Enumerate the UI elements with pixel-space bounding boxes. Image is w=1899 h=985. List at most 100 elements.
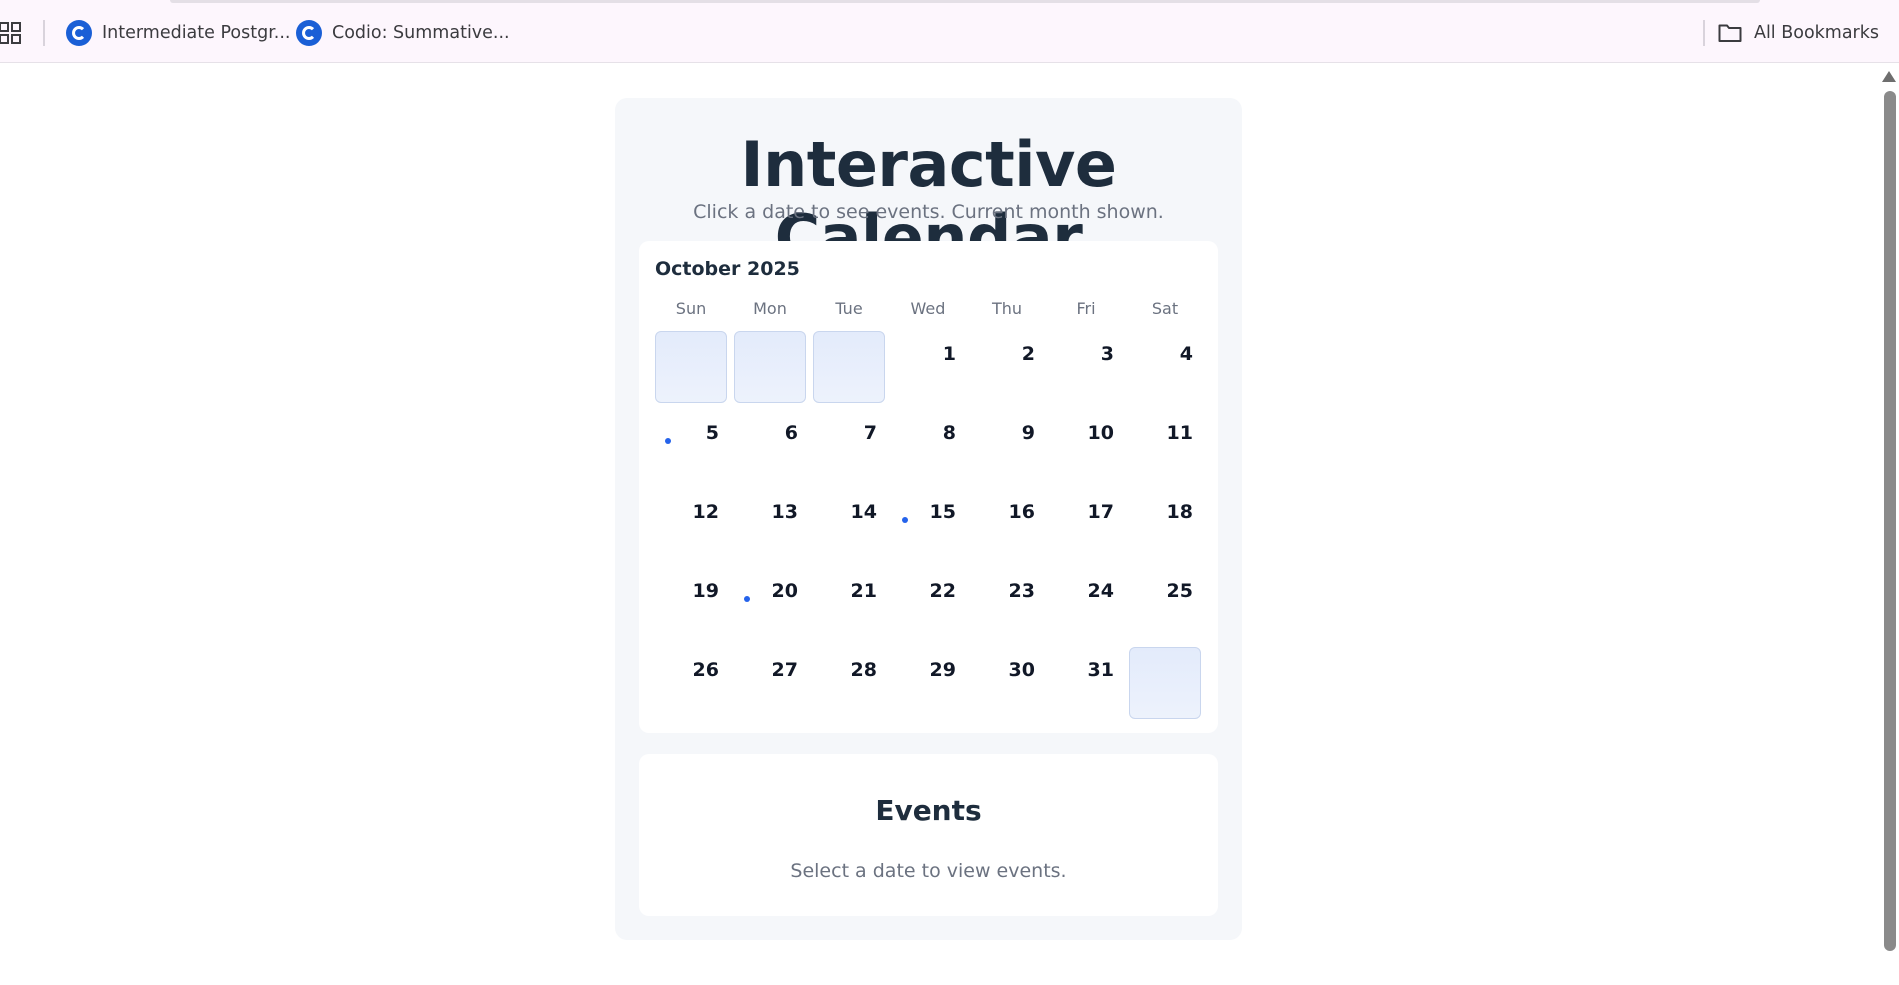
event-indicator-dot — [665, 438, 671, 444]
calendar-card: October 2025 Sun Mon Tue Wed Thu Fri Sat 12345… — [639, 241, 1218, 733]
day-number: 2 — [1021, 343, 1035, 365]
day-cell[interactable]: 30 — [971, 647, 1043, 719]
folder-icon — [1718, 24, 1742, 42]
day-cell[interactable]: 22 — [892, 568, 964, 640]
day-cell[interactable]: 8 — [892, 410, 964, 482]
day-cell[interactable]: 16 — [971, 489, 1043, 561]
calendar-grid: 1 2 3 4 5 6 7 8 9 10 11 12 13 14 15 16 17 18 19 20 21 22 23 24 2… — [655, 331, 1202, 719]
day-cell[interactable]: 20 — [734, 568, 806, 640]
weekday-label: Fri — [1076, 299, 1096, 318]
day-number: 5 — [705, 422, 719, 444]
scrollbar-thumb[interactable] — [1884, 91, 1896, 951]
weekday-label: Tue — [835, 299, 863, 318]
day-number: 11 — [1166, 422, 1193, 444]
weekday-label: Thu — [991, 299, 1023, 318]
day-cell[interactable]: 12 — [655, 489, 727, 561]
day-number: 9 — [1021, 422, 1035, 444]
empty-day-cell — [1129, 647, 1201, 719]
event-indicator-dot — [744, 596, 750, 602]
day-cell[interactable]: 18 — [1129, 489, 1201, 561]
empty-day-cell — [813, 331, 885, 403]
day-cell[interactable]: 2 — [971, 331, 1043, 403]
apps-grid-icon[interactable] — [0, 22, 22, 44]
day-number: 30 — [1008, 659, 1035, 681]
day-cell[interactable]: 25 — [1129, 568, 1201, 640]
events-title: Events — [875, 794, 982, 827]
day-cell[interactable]: 19 — [655, 568, 727, 640]
bookmark-codio-summative[interactable]: Codio: Summative... — [296, 19, 510, 47]
day-number: 16 — [1008, 501, 1035, 523]
day-number: 6 — [784, 422, 798, 444]
day-number: 14 — [850, 501, 877, 523]
scroll-up-arrow-icon[interactable] — [1882, 71, 1896, 82]
day-cell[interactable]: 31 — [1050, 647, 1122, 719]
day-cell[interactable]: 10 — [1050, 410, 1122, 482]
day-number: 22 — [929, 580, 956, 602]
day-cell[interactable]: 27 — [734, 647, 806, 719]
day-number: 26 — [692, 659, 719, 681]
day-number: 4 — [1179, 343, 1193, 365]
weekday-label: Sun — [675, 299, 707, 318]
page-subtitle: Click a date to see events. Current mont… — [693, 201, 1164, 223]
bookmarks-separator — [1703, 20, 1705, 46]
weekday-label: Mon — [753, 299, 787, 318]
event-indicator-dot — [902, 517, 908, 523]
day-cell[interactable]: 21 — [813, 568, 885, 640]
day-cell[interactable]: 5 — [655, 410, 727, 482]
codio-icon — [66, 20, 92, 46]
day-cell[interactable]: 3 — [1050, 331, 1122, 403]
day-number: 27 — [771, 659, 798, 681]
events-empty-message: Select a date to view events. — [790, 860, 1067, 882]
day-number: 25 — [1166, 580, 1193, 602]
empty-day-cell — [655, 331, 727, 403]
page-scrollbar[interactable] — [1879, 63, 1899, 985]
empty-day-cell — [734, 331, 806, 403]
bookmarks-separator — [43, 20, 45, 46]
day-number: 29 — [929, 659, 956, 681]
calendar-app: Interactive Calendar Click a date to see… — [615, 98, 1242, 940]
day-number: 24 — [1087, 580, 1114, 602]
day-number: 10 — [1087, 422, 1114, 444]
day-number: 20 — [771, 580, 798, 602]
all-bookmarks-button[interactable]: All Bookmarks — [1718, 19, 1879, 47]
bookmark-label: Intermediate Postgr... — [102, 23, 291, 43]
day-cell[interactable]: 15 — [892, 489, 964, 561]
day-number: 13 — [771, 501, 798, 523]
day-number: 21 — [850, 580, 877, 602]
day-cell[interactable]: 9 — [971, 410, 1043, 482]
day-number: 17 — [1087, 501, 1114, 523]
day-number: 1 — [942, 343, 956, 365]
day-number: 8 — [942, 422, 956, 444]
events-panel: Events Select a date to view events. — [639, 754, 1218, 916]
month-label: October 2025 — [655, 258, 800, 280]
weekday-label: Sat — [1151, 299, 1179, 318]
day-cell[interactable]: 7 — [813, 410, 885, 482]
all-bookmarks-label: All Bookmarks — [1753, 23, 1879, 43]
weekday-label: Wed — [910, 299, 946, 318]
bookmarks-bar: Intermediate Postgr... Codio: Summative.… — [0, 0, 1899, 63]
day-cell[interactable]: 14 — [813, 489, 885, 561]
day-cell[interactable]: 1 — [892, 331, 964, 403]
day-number: 31 — [1087, 659, 1114, 681]
day-number: 3 — [1100, 343, 1114, 365]
day-cell[interactable]: 28 — [813, 647, 885, 719]
day-cell[interactable]: 24 — [1050, 568, 1122, 640]
day-number: 19 — [692, 580, 719, 602]
bookmark-label: Codio: Summative... — [332, 23, 510, 43]
day-cell[interactable]: 29 — [892, 647, 964, 719]
day-cell[interactable]: 11 — [1129, 410, 1201, 482]
day-number: 15 — [929, 501, 956, 523]
weekday-header: Sun Mon Tue Wed Thu Fri Sat — [655, 299, 1202, 318]
day-number: 28 — [850, 659, 877, 681]
codio-icon — [296, 20, 322, 46]
day-cell[interactable]: 23 — [971, 568, 1043, 640]
day-cell[interactable]: 26 — [655, 647, 727, 719]
day-cell[interactable]: 13 — [734, 489, 806, 561]
day-number: 18 — [1166, 501, 1193, 523]
bookmark-intermediate-postgres[interactable]: Intermediate Postgr... — [66, 19, 290, 47]
day-cell[interactable]: 17 — [1050, 489, 1122, 561]
day-cell[interactable]: 4 — [1129, 331, 1201, 403]
day-cell[interactable]: 6 — [734, 410, 806, 482]
day-number: 7 — [863, 422, 877, 444]
day-number: 23 — [1008, 580, 1035, 602]
